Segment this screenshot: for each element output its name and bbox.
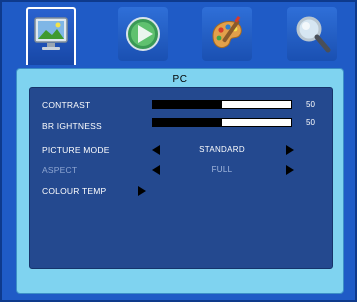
paint-palette-icon: [212, 15, 242, 49]
aspect-value: FULL: [211, 165, 233, 174]
magnifier-icon: [296, 16, 331, 53]
picture-monitor-icon: [34, 17, 68, 50]
contrast-value: 50: [306, 100, 315, 109]
menu-tab-sound[interactable]: [118, 7, 168, 61]
picture-mode-right-arrow-icon[interactable]: [286, 145, 294, 155]
tv-osd-screen: PC CONTRAST 50 BR IGHTNESS 50 PICTURE MO…: [0, 0, 357, 302]
brightness-slider-fill: [153, 119, 222, 126]
brightness-label: BR IGHTNESS: [42, 121, 102, 131]
brightness-slider[interactable]: [152, 118, 292, 127]
aspect-label: ASPECT: [42, 165, 78, 175]
menu-tab-picture[interactable]: [26, 7, 76, 65]
colour-temp-arrow-icon[interactable]: [138, 186, 146, 196]
aspect-left-arrow-icon[interactable]: [152, 165, 160, 175]
brightness-value: 50: [306, 118, 315, 127]
play-disc-icon: [126, 17, 160, 51]
menu-tab-setup[interactable]: [202, 7, 252, 61]
picture-mode-value: STANDARD: [199, 145, 245, 154]
colour-temp-label[interactable]: COLOUR TEMP: [42, 186, 106, 196]
aspect-right-arrow-icon[interactable]: [286, 165, 294, 175]
picture-mode-label: PICTURE MODE: [42, 145, 110, 155]
settings-list: CONTRAST 50 BR IGHTNESS 50 PICTURE MODE …: [29, 87, 333, 269]
menu-tab-search[interactable]: [287, 7, 337, 61]
contrast-label: CONTRAST: [42, 100, 91, 110]
settings-panel: PC CONTRAST 50 BR IGHTNESS 50 PICTURE MO…: [16, 68, 344, 294]
menu-icon-bar: [2, 2, 357, 68]
contrast-slider-fill: [153, 101, 222, 108]
contrast-slider[interactable]: [152, 100, 292, 109]
panel-title: PC: [172, 74, 188, 85]
picture-mode-left-arrow-icon[interactable]: [152, 145, 160, 155]
